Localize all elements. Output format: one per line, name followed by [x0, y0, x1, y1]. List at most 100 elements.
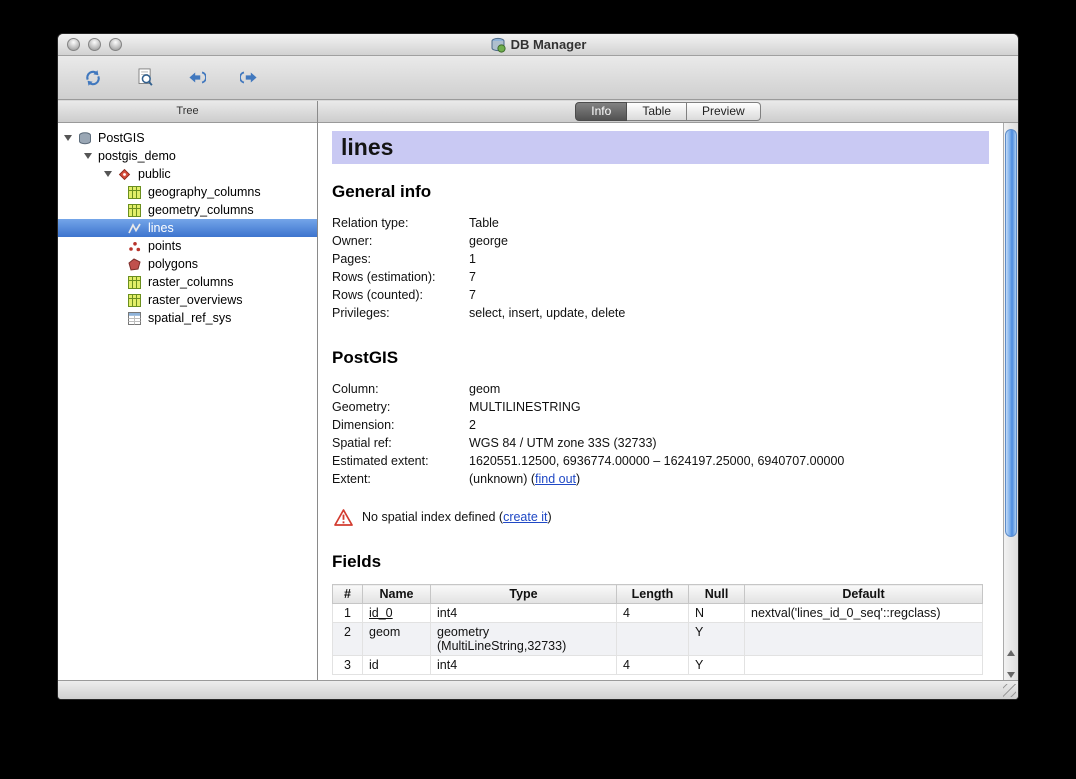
tree-item-raster-columns[interactable]: raster_columns — [58, 273, 317, 291]
tree-item-label: raster_overviews — [148, 293, 242, 307]
schema-icon — [118, 168, 133, 181]
spatial-index-warning: No spatial index defined (create it) — [334, 508, 989, 526]
info-row: Rows (estimation): 7 — [332, 268, 989, 286]
warning-text: No spatial index defined (create it) — [362, 508, 552, 526]
tree-item-postgis[interactable]: PostGIS — [58, 129, 317, 147]
scroll-down-arrow-icon[interactable] — [1007, 672, 1015, 678]
expand-triangle-icon[interactable] — [104, 171, 112, 177]
tab-preview[interactable]: Preview — [687, 102, 761, 121]
info-row: Spatial ref: WGS 84 / UTM zone 33S (3273… — [332, 434, 989, 452]
field-name-link[interactable]: id_0 — [369, 606, 393, 620]
find-out-link[interactable]: find out — [535, 472, 576, 486]
field-num: 1 — [333, 604, 363, 623]
tree-item-geography-columns[interactable]: geography_columns — [58, 183, 317, 201]
tree-item-label: postgis_demo — [98, 149, 176, 163]
col-header-default: Default — [745, 585, 983, 604]
info-value: (unknown) (find out) — [469, 470, 989, 488]
tree-item-label: public — [138, 167, 171, 181]
col-header-length: Length — [617, 585, 689, 604]
zoom-button[interactable] — [109, 38, 122, 51]
tab-bar: Info Table Preview — [318, 101, 1018, 123]
tree-item-points[interactable]: points — [58, 237, 317, 255]
info-label: Relation type: — [332, 214, 469, 232]
tree-item-polygons[interactable]: polygons — [58, 255, 317, 273]
titlebar: DB Manager — [58, 34, 1018, 56]
tree-item-lines[interactable]: lines — [58, 219, 317, 237]
info-value: WGS 84 / UTM zone 33S (32733) — [469, 434, 989, 452]
section-heading: General info — [332, 182, 989, 202]
refresh-button[interactable] — [78, 63, 108, 93]
info-label: Extent: — [332, 470, 469, 488]
col-header-type: Type — [431, 585, 617, 604]
polygons-layer-icon — [128, 258, 143, 271]
tree-item-public[interactable]: public — [58, 165, 317, 183]
tree-item-geometry-columns[interactable]: geometry_columns — [58, 201, 317, 219]
tree-item-raster-overviews[interactable]: raster_overviews — [58, 291, 317, 309]
info-label: Dimension: — [332, 416, 469, 434]
table-icon — [128, 186, 143, 199]
table-icon — [128, 294, 143, 307]
info-value: 1620551.12500, 6936774.00000 – 1624197.2… — [469, 452, 989, 470]
export-file-button[interactable] — [234, 63, 264, 93]
table-icon — [128, 276, 143, 289]
tab-info[interactable]: Info — [575, 102, 627, 121]
info-value: 1 — [469, 250, 989, 268]
general-info-section: General info Relation type: Table Owner:… — [332, 182, 989, 322]
minimize-button[interactable] — [88, 38, 101, 51]
tab-table[interactable]: Table — [627, 102, 687, 121]
info-row: Pages: 1 — [332, 250, 989, 268]
scrollbar-thumb[interactable] — [1005, 129, 1017, 537]
field-length: 4 — [617, 604, 689, 623]
info-value: select, insert, update, delete — [469, 304, 989, 322]
extent-value-prefix: (unknown) ( — [469, 472, 535, 486]
resize-grip[interactable] — [1003, 684, 1016, 697]
info-row: Owner: george — [332, 232, 989, 250]
scroll-up-arrow-icon[interactable] — [1007, 650, 1015, 656]
fields-table: # Name Type Length Null Default — [332, 584, 983, 675]
info-value: Table — [469, 214, 989, 232]
field-length — [617, 623, 689, 656]
field-num: 2 — [333, 623, 363, 656]
expand-triangle-icon[interactable] — [64, 135, 72, 141]
warning-suffix: ) — [548, 510, 552, 524]
info-label: Pages: — [332, 250, 469, 268]
table-icon — [128, 204, 143, 217]
warning-icon — [334, 509, 353, 526]
page-title: lines — [341, 134, 980, 161]
import-layer-icon — [188, 67, 206, 88]
info-label: Rows (counted): — [332, 286, 469, 304]
create-it-link[interactable]: create it — [503, 510, 547, 524]
info-row: Estimated extent: 1620551.12500, 6936774… — [332, 452, 989, 470]
detail-panel: Info Table Preview lines General info Re… — [318, 101, 1018, 680]
close-button[interactable] — [67, 38, 80, 51]
info-label: Estimated extent: — [332, 452, 469, 470]
main-area: Tree PostGIS postgis_demo — [58, 101, 1018, 680]
window-title-text: DB Manager — [511, 37, 587, 52]
field-default — [745, 623, 983, 656]
tree-item-label: spatial_ref_sys — [148, 311, 231, 325]
refresh-icon — [84, 66, 102, 90]
info-value: 2 — [469, 416, 989, 434]
field-type: int4 — [431, 604, 617, 623]
expand-triangle-icon[interactable] — [84, 153, 92, 159]
import-layer-button[interactable] — [182, 63, 212, 93]
tree-item-spatial-ref-sys[interactable]: spatial_ref_sys — [58, 309, 317, 327]
status-bar — [58, 680, 1018, 699]
vertical-scrollbar[interactable] — [1003, 123, 1018, 680]
table-row: 1 id_0 int4 4 N nextval('lines_id_0_seq'… — [333, 604, 983, 623]
field-null: Y — [689, 623, 745, 656]
field-default — [745, 656, 983, 675]
db-manager-icon — [490, 37, 506, 53]
col-header-name: Name — [363, 585, 431, 604]
extent-row: Extent: (unknown) (find out) — [332, 470, 989, 488]
tree-item-label: raster_columns — [148, 275, 233, 289]
info-row: Geometry: MULTILINESTRING — [332, 398, 989, 416]
info-content: lines General info Relation type: Table … — [318, 123, 1003, 680]
db-manager-window: DB Manager — [57, 33, 1019, 700]
info-label: Spatial ref: — [332, 434, 469, 452]
info-label: Column: — [332, 380, 469, 398]
tree-item-postgis-demo[interactable]: postgis_demo — [58, 147, 317, 165]
lines-layer-icon — [128, 222, 143, 235]
sql-window-button[interactable] — [130, 63, 160, 93]
points-layer-icon — [128, 240, 143, 253]
